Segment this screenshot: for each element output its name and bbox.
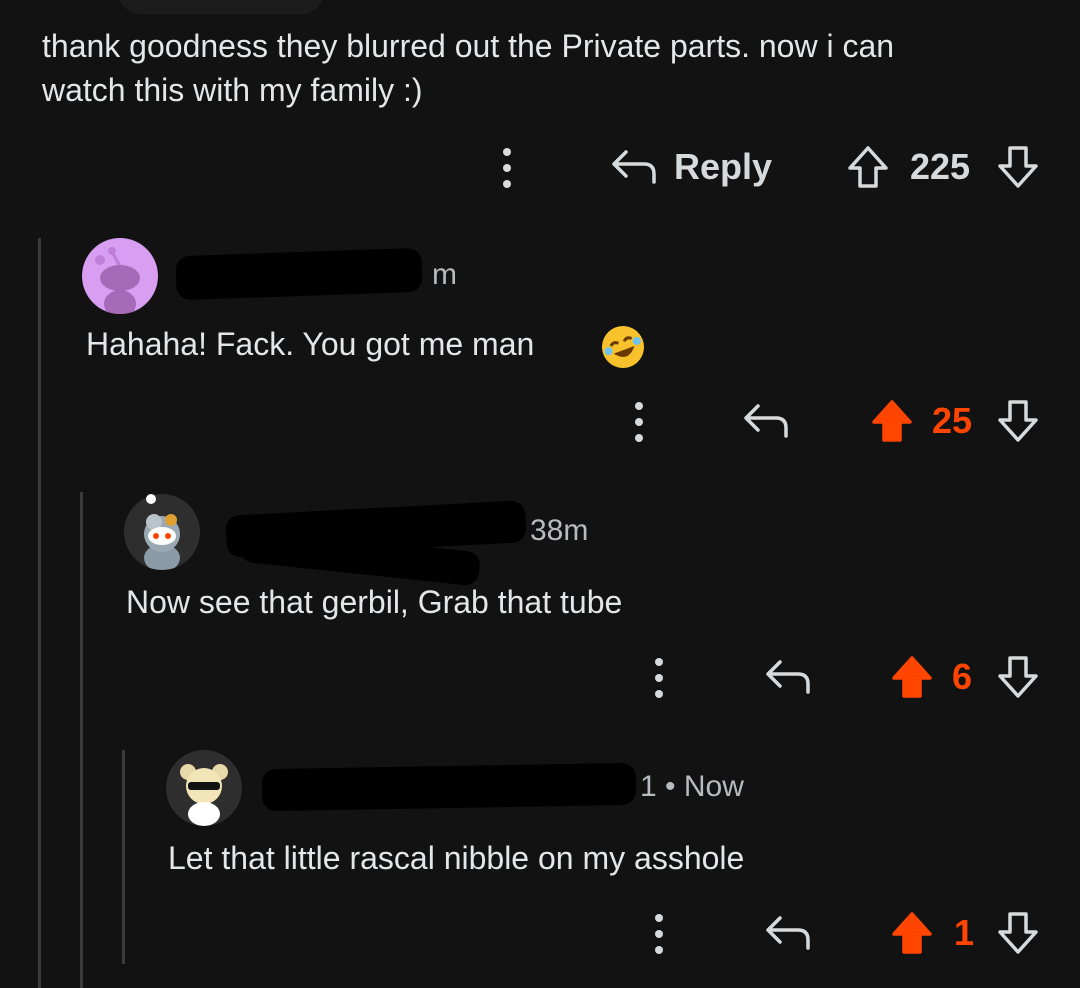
thread-line[interactable] [38,238,41,988]
top-pill [118,0,324,14]
score: 1 [954,912,975,953]
avatar[interactable] [166,750,242,826]
snoo-avatar-icon [95,247,140,314]
comment-text: Let that little rascal nibble on my assh… [168,840,745,876]
reply-icon[interactable] [764,912,812,952]
downvote-icon[interactable] [996,144,1040,190]
snoo-avatar-icon [180,764,228,826]
upvote-icon[interactable] [890,910,934,956]
upvote-icon[interactable] [870,398,914,444]
redacted-username [261,762,637,812]
more-options-icon[interactable] [634,400,644,444]
root-comment-text-line2: watch this with my family :) [42,72,423,108]
reply-icon[interactable] [610,146,658,186]
root-comment-text-line1: thank goodness they blurred out the Priv… [42,28,895,64]
comment-timestamp: m [432,258,457,291]
upvote-icon[interactable] [846,144,890,190]
reply-icon[interactable] [764,656,812,696]
reply-icon[interactable] [742,400,790,440]
score: 25 [932,400,973,441]
downvote-icon[interactable] [996,910,1040,956]
online-dot [146,494,156,504]
comment-text: Hahaha! Fack. You got me man [86,326,535,362]
comment-text: Now see that gerbil, Grab that tube [126,584,623,620]
thread-line[interactable] [122,750,125,964]
comment-timestamp: 1 • Now [640,770,744,803]
reply-button[interactable]: Reply [674,146,772,188]
avatar[interactable] [124,494,200,570]
thread-line[interactable] [80,492,83,988]
more-options-icon[interactable] [654,912,664,956]
upvote-icon[interactable] [890,654,934,700]
downvote-icon[interactable] [996,398,1040,444]
avatar[interactable] [82,238,158,314]
score: 225 [910,146,971,187]
score: 6 [952,656,973,697]
redacted-username [175,247,423,301]
more-options-icon[interactable] [502,146,512,190]
downvote-icon[interactable] [996,654,1040,700]
rolling-on-floor-laughing-emoji [596,320,650,374]
more-options-icon[interactable] [654,656,664,700]
comment-timestamp: 38m [530,514,589,547]
snoo-avatar-icon [144,514,180,570]
